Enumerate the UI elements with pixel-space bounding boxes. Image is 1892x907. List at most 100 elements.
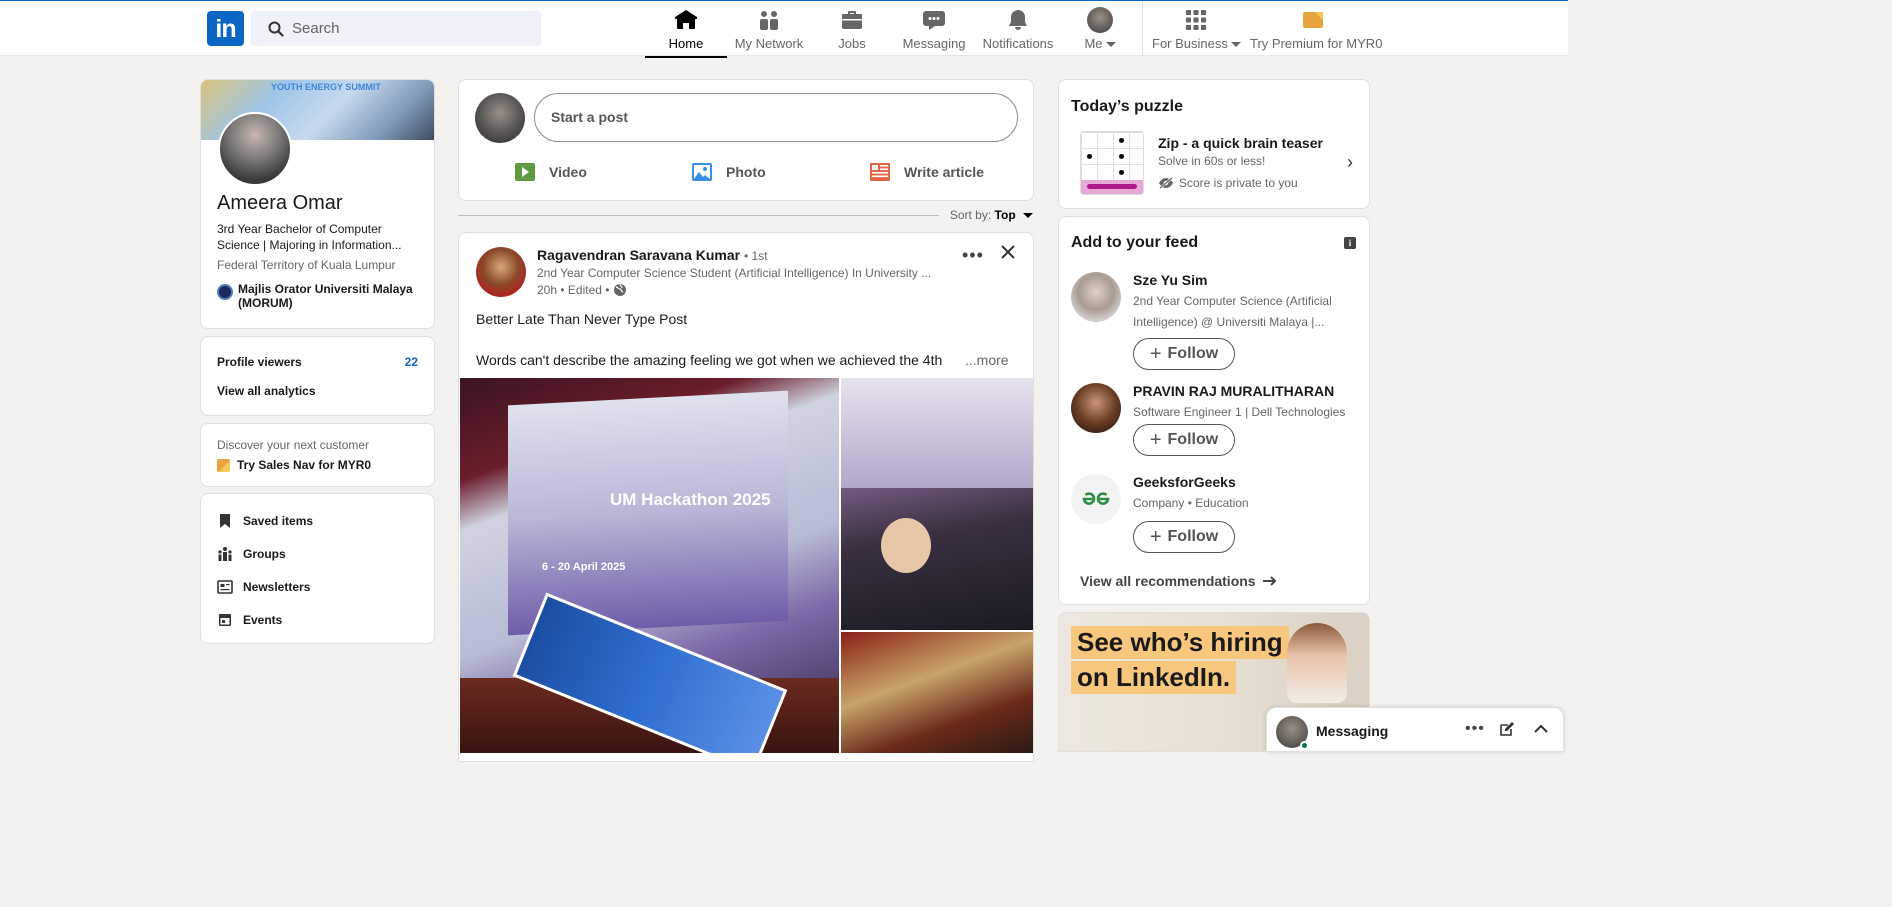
- photo-icon: [692, 163, 712, 181]
- newsletters-label: Newsletters: [243, 580, 311, 594]
- nav-home-label: Home: [668, 36, 704, 51]
- events-label: Events: [243, 613, 283, 627]
- info-icon[interactable]: i: [1344, 237, 1356, 249]
- nav-for-business-text: For Business: [1152, 36, 1228, 51]
- photo-button[interactable]: Photo: [691, 160, 766, 184]
- chevron-down-icon: [1023, 213, 1033, 219]
- newsletter-icon: [217, 580, 233, 594]
- view-all-analytics-link[interactable]: View all analytics: [217, 384, 316, 398]
- video-label: Video: [549, 164, 587, 180]
- nav-home[interactable]: Home: [645, 7, 727, 58]
- linkedin-logo[interactable]: in: [207, 11, 244, 46]
- home-icon: [645, 7, 727, 33]
- ad-photo: [1287, 623, 1347, 703]
- profile-name[interactable]: Ameera Omar: [217, 192, 343, 215]
- nav-try-premium[interactable]: Try Premium for MYR0: [1250, 7, 1382, 57]
- sort-dropdown[interactable]: Sort by: Top: [950, 208, 1033, 222]
- profile-card: YOUTH ENERGY SUMMIT Ameera Omar 3rd Year…: [200, 79, 435, 329]
- nav-jobs[interactable]: Jobs: [822, 7, 882, 57]
- try-sales-nav-label: Try Sales Nav for MYR0: [237, 458, 372, 472]
- profile-location: Federal Territory of Kuala Lumpur: [217, 258, 396, 272]
- profile-viewers-label[interactable]: Profile viewers: [217, 355, 302, 369]
- try-sales-nav-link[interactable]: Try Sales Nav for MYR0: [217, 458, 371, 472]
- article-icon: [870, 163, 890, 181]
- discover-customer-text: Discover your next customer: [217, 438, 370, 452]
- chevron-right-icon[interactable]: ›: [1347, 152, 1353, 173]
- avatar[interactable]: [475, 93, 525, 143]
- share-box: Start a post Video Photo Write article: [458, 79, 1034, 201]
- puzzle-privacy-text: Score is private to you: [1179, 176, 1298, 190]
- post-text-line: Better Late Than Never Type Post: [476, 311, 688, 327]
- avatar[interactable]: [1071, 272, 1121, 322]
- recommendation-subtitle: Software Engineer 1 | Dell Technologies: [1133, 405, 1346, 419]
- nav-me[interactable]: Me: [1080, 7, 1120, 57]
- profile-viewers-count[interactable]: 22: [405, 355, 418, 369]
- follow-button[interactable]: + Follow: [1133, 424, 1235, 456]
- post-image-tertiary[interactable]: [841, 632, 1033, 753]
- more-options-icon[interactable]: •••: [1465, 720, 1485, 738]
- avatar[interactable]: [1071, 383, 1121, 433]
- organization-logo-icon: [217, 284, 233, 300]
- organization-name: Majlis Orator Universiti Malaya (MORUM): [238, 282, 413, 310]
- follow-button[interactable]: + Follow: [1133, 521, 1235, 553]
- feed-recommendation: PRAVIN RAJ MURALITHARAN Software Enginee…: [1071, 383, 1361, 463]
- messaging-overlay-bar[interactable]: Messaging •••: [1266, 707, 1564, 752]
- saved-items-link[interactable]: Saved items: [217, 513, 313, 529]
- more-options-icon[interactable]: •••: [962, 245, 984, 266]
- premium-icon: [217, 458, 230, 472]
- profile-headline: 3rd Year Bachelor of Computer Science | …: [217, 222, 402, 252]
- add-to-feed-title: Add to your feed: [1071, 234, 1199, 251]
- puzzle-subtitle: Solve in 60s or less!: [1158, 154, 1266, 168]
- view-all-recommendations-link[interactable]: View all recommendations: [1080, 573, 1278, 589]
- follow-button[interactable]: + Follow: [1133, 338, 1235, 370]
- profile-organization[interactable]: Majlis Orator Universiti Malaya (MORUM): [217, 282, 427, 310]
- post-image-main[interactable]: UM Hackathon 2025 6 - 20 April 2025: [460, 378, 839, 753]
- nav-for-business[interactable]: For Business: [1152, 7, 1241, 57]
- compose-icon[interactable]: [1499, 721, 1515, 742]
- ad-headline: See who’s hiring on LinkedIn.: [1071, 626, 1289, 696]
- plus-icon: +: [1149, 343, 1162, 365]
- post-time: 20h • Edited •: [537, 283, 610, 297]
- feed-post: Ragavendran Saravana Kumar • 1st 2nd Yea…: [458, 232, 1034, 762]
- sort-value: Top: [994, 208, 1016, 222]
- nav-my-network-label: My Network: [734, 36, 804, 51]
- events-link[interactable]: Events: [217, 612, 282, 628]
- todays-puzzle-card[interactable]: Today’s puzzle Zip - a quick brain tease…: [1058, 79, 1370, 209]
- search-box[interactable]: [251, 11, 541, 46]
- chevron-down-icon: [1230, 42, 1241, 48]
- post-author-headline: 2nd Year Computer Science Student (Artif…: [537, 266, 932, 280]
- arrow-right-icon: [1262, 576, 1277, 586]
- see-more-link[interactable]: ...more: [965, 352, 1009, 368]
- nav-messaging[interactable]: Messaging: [898, 7, 970, 57]
- puzzle-privacy: Score is private to you: [1158, 176, 1298, 190]
- analytics-card: Profile viewers 22 View all analytics: [200, 336, 435, 416]
- network-icon: [729, 7, 809, 33]
- write-article-button[interactable]: Write article: [869, 160, 984, 184]
- search-input[interactable]: [292, 11, 532, 46]
- search-icon: [268, 21, 284, 42]
- recommendation-name[interactable]: PRAVIN RAJ MURALITHARAN: [1133, 383, 1334, 399]
- nav-me-text: Me: [1084, 36, 1103, 51]
- post-author-name: Ragavendran Saravana Kumar: [537, 247, 741, 263]
- avatar[interactable]: [218, 112, 292, 186]
- close-icon[interactable]: [999, 243, 1017, 266]
- post-author[interactable]: Ragavendran Saravana Kumar • 1st: [537, 247, 768, 263]
- bell-icon: [980, 7, 1056, 33]
- bookmark-icon: [220, 514, 230, 528]
- start-post-button[interactable]: Start a post: [534, 93, 1018, 142]
- groups-link[interactable]: Groups: [217, 546, 286, 562]
- nav-messaging-label: Messaging: [902, 36, 966, 51]
- geeksforgeeks-logo[interactable]: [1071, 474, 1121, 524]
- nav-my-network[interactable]: My Network: [729, 7, 809, 57]
- newsletters-link[interactable]: Newsletters: [217, 579, 310, 595]
- post-meta: 20h • Edited •: [537, 283, 627, 297]
- chevron-up-icon[interactable]: [1533, 722, 1549, 740]
- avatar[interactable]: [476, 247, 526, 297]
- recommendation-name[interactable]: Sze Yu Sim: [1133, 272, 1207, 288]
- recommendation-name[interactable]: GeeksforGeeks: [1133, 474, 1236, 490]
- post-image-secondary[interactable]: [841, 378, 1033, 630]
- nav-notifications[interactable]: Notifications: [980, 7, 1056, 57]
- sales-nav-card[interactable]: Discover your next customer Try Sales Na…: [200, 423, 435, 487]
- recommendation-subtitle: 2nd Year Computer Science (Artificial In…: [1133, 294, 1332, 329]
- video-button[interactable]: Video: [514, 160, 587, 184]
